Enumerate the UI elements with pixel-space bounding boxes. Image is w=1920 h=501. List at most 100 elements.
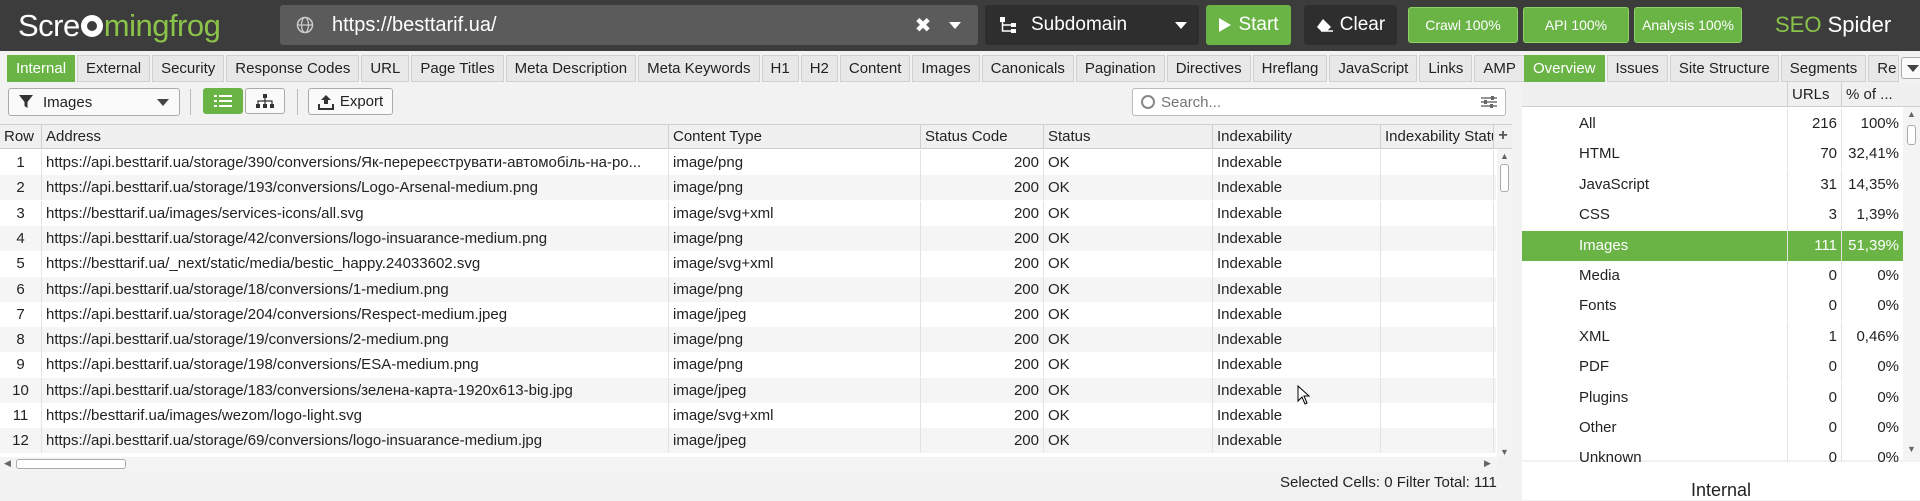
cell-address[interactable]: https://api.besttarif.ua/storage/193/con… <box>42 175 669 201</box>
tab-directives[interactable]: Directives <box>1166 55 1251 82</box>
cell-status[interactable]: OK <box>1044 225 1213 251</box>
cell-content-type[interactable]: image/png <box>669 175 921 201</box>
cell-status-code[interactable]: 200 <box>921 377 1044 403</box>
scroll-up-icon[interactable]: ▲ <box>1907 109 1916 119</box>
tab-content[interactable]: Content <box>839 55 911 82</box>
scrollbar-thumb[interactable] <box>1907 125 1916 145</box>
cell-content-type[interactable]: image/png <box>669 352 921 378</box>
table-row[interactable]: 5 https://besttarif.ua/_next/static/media… <box>0 251 1496 277</box>
tab-h2[interactable]: H2 <box>800 55 838 82</box>
col-header-address[interactable]: Address <box>42 125 669 149</box>
cell-status[interactable]: OK <box>1044 200 1213 226</box>
col-header-indexability-status[interactable]: Indexability Statu <box>1381 125 1494 149</box>
clear-button[interactable]: Clear <box>1304 5 1397 45</box>
search-input[interactable] <box>1161 93 1481 111</box>
cell-row-number[interactable]: 12 <box>0 428 42 454</box>
overview-scrollbar[interactable]: ▲ ▼ <box>1903 107 1920 460</box>
cell-row-number[interactable]: 11 <box>0 403 42 428</box>
cell-status-code[interactable]: 200 <box>921 428 1044 454</box>
tab-external[interactable]: External <box>77 55 151 82</box>
cell-indexability[interactable]: Indexable <box>1213 301 1381 327</box>
tab-pagination[interactable]: Pagination <box>1075 55 1165 82</box>
tab-page-titles[interactable]: Page Titles <box>411 55 504 82</box>
cell-status[interactable]: OK <box>1044 175 1213 201</box>
table-vertical-scrollbar[interactable]: ▲ ▼ <box>1497 149 1512 457</box>
cell-indexability-status[interactable] <box>1381 352 1494 378</box>
col-header-content-type[interactable]: Content Type <box>669 125 921 149</box>
api-progress-badge[interactable]: API 100% <box>1523 7 1629 43</box>
more-right-tabs-dropdown-icon[interactable] <box>1901 57 1920 79</box>
tab-issues[interactable]: Issues <box>1606 55 1668 82</box>
cell-address[interactable]: https://api.besttarif.ua/storage/19/conv… <box>42 327 669 353</box>
cell-status[interactable]: OK <box>1044 150 1213 175</box>
overview-row-all[interactable]: All 216 100% <box>1522 109 1903 139</box>
cell-indexability-status[interactable] <box>1381 301 1494 327</box>
tab-response-codes[interactable]: Response Codes <box>226 55 360 82</box>
cell-content-type[interactable]: image/png <box>669 225 921 251</box>
table-row[interactable]: 12 https://api.besttarif.ua/storage/69/co… <box>0 428 1496 454</box>
cell-indexability-status[interactable] <box>1381 200 1494 226</box>
table-row[interactable]: 3 https://besttarif.ua/images/services-ic… <box>0 200 1496 226</box>
cell-address[interactable]: https://api.besttarif.ua/storage/183/con… <box>42 377 669 403</box>
cell-status[interactable]: OK <box>1044 301 1213 327</box>
cell-indexability[interactable]: Indexable <box>1213 175 1381 201</box>
cell-address[interactable]: https://besttarif.ua/images/wezom/logo-l… <box>42 403 669 428</box>
cell-content-type[interactable]: image/svg+xml <box>669 251 921 277</box>
col-header-row[interactable]: Row <box>0 125 42 149</box>
crawl-mode-select[interactable]: Subdomain <box>985 5 1199 45</box>
cell-indexability-status[interactable] <box>1381 175 1494 201</box>
overview-row-javascript[interactable]: JavaScript 31 14,35% <box>1522 169 1903 200</box>
cell-status[interactable]: OK <box>1044 403 1213 428</box>
cell-status-code[interactable]: 200 <box>921 352 1044 378</box>
cell-status-code[interactable]: 200 <box>921 403 1044 428</box>
cell-status-code[interactable]: 200 <box>921 301 1044 327</box>
cell-status-code[interactable]: 200 <box>921 200 1044 226</box>
tab-h1[interactable]: H1 <box>761 55 799 82</box>
cell-indexability-status[interactable] <box>1381 403 1494 428</box>
cell-indexability-status[interactable] <box>1381 428 1494 454</box>
cell-status-code[interactable]: 200 <box>921 251 1044 277</box>
cell-address[interactable]: https://api.besttarif.ua/storage/390/con… <box>42 150 669 175</box>
cell-row-number[interactable]: 7 <box>0 301 42 327</box>
table-row[interactable]: 7 https://api.besttarif.ua/storage/204/co… <box>0 301 1496 327</box>
export-button[interactable]: Export <box>308 88 393 115</box>
scroll-up-icon[interactable]: ▲ <box>1500 151 1509 161</box>
cell-indexability[interactable]: Indexable <box>1213 225 1381 251</box>
overview-row-media[interactable]: Media 0 0% <box>1522 261 1903 291</box>
cell-row-number[interactable]: 3 <box>0 200 42 226</box>
cell-content-type[interactable]: image/png <box>669 327 921 353</box>
analysis-progress-badge[interactable]: Analysis 100% <box>1634 7 1742 43</box>
tab-url[interactable]: URL <box>361 55 410 82</box>
cell-address[interactable]: https://api.besttarif.ua/storage/204/con… <box>42 301 669 327</box>
tab-site-structure[interactable]: Site Structure <box>1669 55 1779 82</box>
cell-indexability-status[interactable] <box>1381 225 1494 251</box>
cell-row-number[interactable]: 8 <box>0 327 42 353</box>
scrollbar-thumb[interactable] <box>1500 164 1509 192</box>
tab-overview[interactable]: Overview <box>1524 55 1605 82</box>
cell-status[interactable]: OK <box>1044 352 1213 378</box>
add-column-icon[interactable]: + <box>1494 125 1512 149</box>
cell-address[interactable]: https://besttarif.ua/images/services-ico… <box>42 200 669 226</box>
cell-status[interactable]: OK <box>1044 276 1213 302</box>
cell-indexability[interactable]: Indexable <box>1213 251 1381 277</box>
cell-row-number[interactable]: 10 <box>0 377 42 403</box>
overview-row-pdf[interactable]: PDF 0 0% <box>1522 352 1903 383</box>
cell-indexability-status[interactable] <box>1381 251 1494 277</box>
cell-status-code[interactable]: 200 <box>921 150 1044 175</box>
clear-url-icon[interactable]: ✖ <box>912 13 934 38</box>
cell-content-type[interactable]: image/png <box>669 150 921 175</box>
cell-content-type[interactable]: image/svg+xml <box>669 403 921 428</box>
cell-indexability[interactable]: Indexable <box>1213 200 1381 226</box>
overview-row-html[interactable]: HTML 70 32,41% <box>1522 139 1903 170</box>
col-header-status-code[interactable]: Status Code <box>921 125 1044 149</box>
cell-status-code[interactable]: 200 <box>921 327 1044 353</box>
search-options-icon[interactable] <box>1481 95 1497 109</box>
overview-row-css[interactable]: CSS 3 1,39% <box>1522 200 1903 231</box>
cell-address[interactable]: https://api.besttarif.ua/storage/18/conv… <box>42 276 669 302</box>
cell-indexability[interactable]: Indexable <box>1213 327 1381 353</box>
cell-indexability-status[interactable] <box>1381 150 1494 175</box>
tab-meta-keywords[interactable]: Meta Keywords <box>638 55 760 82</box>
cell-content-type[interactable]: image/svg+xml <box>669 200 921 226</box>
tab-canonicals[interactable]: Canonicals <box>981 55 1074 82</box>
table-row[interactable]: 4 https://api.besttarif.ua/storage/42/con… <box>0 225 1496 251</box>
